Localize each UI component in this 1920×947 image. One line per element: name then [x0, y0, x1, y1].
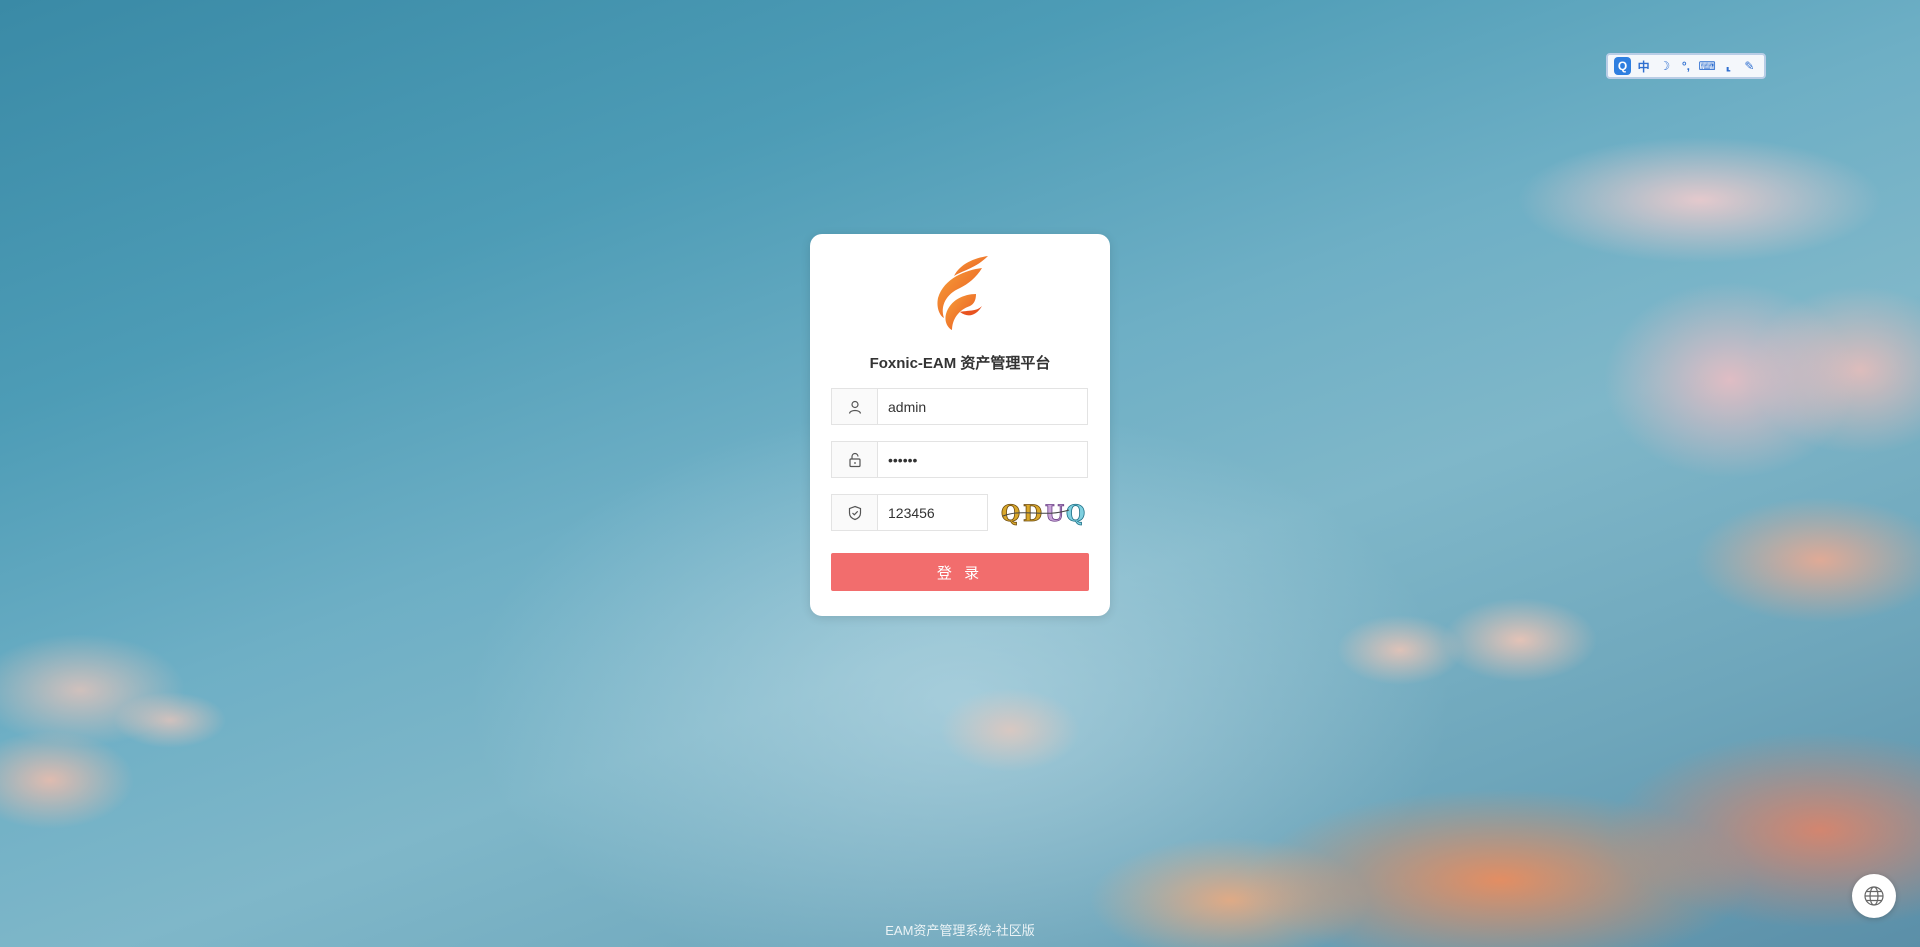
username-field[interactable]: admin: [831, 388, 1088, 425]
lock-icon: [832, 442, 878, 477]
user-icon: [832, 389, 878, 424]
shield-check-icon: [832, 495, 878, 530]
ime-tools-icon[interactable]: ✎: [1741, 57, 1758, 75]
captcha-input[interactable]: 123456: [878, 495, 987, 530]
login-button[interactable]: 登 录: [831, 553, 1089, 591]
globe-icon: [1864, 886, 1884, 906]
captcha-char-3: U: [1045, 501, 1064, 527]
ime-moon-icon[interactable]: ☽: [1656, 57, 1673, 75]
password-field[interactable]: ••••••: [831, 441, 1088, 478]
footer-text: EAM资产管理系统-社区版: [885, 923, 1035, 938]
page-title: Foxnic-EAM 资产管理平台: [869, 355, 1051, 372]
fox-logo: [937, 256, 988, 330]
ime-chinese-mode[interactable]: 中: [1635, 57, 1652, 75]
login-card: Foxnic-EAM 资产管理平台 admin •••••• 123456 Q …: [810, 234, 1110, 616]
captcha-field[interactable]: 123456: [831, 494, 988, 531]
captcha-image[interactable]: Q D U Q: [999, 496, 1089, 530]
captcha-char-2: D: [1023, 501, 1042, 527]
password-input[interactable]: ••••••: [878, 442, 1087, 477]
ime-toolbar[interactable]: Q 中 ☽ °, ⌨ ⸤ ✎: [1606, 53, 1766, 79]
captcha-char-4: Q: [1066, 501, 1085, 527]
language-button[interactable]: [1852, 874, 1896, 918]
username-input[interactable]: admin: [878, 389, 1087, 424]
ime-punctuation-icon[interactable]: °,: [1677, 57, 1694, 75]
ime-split-icon[interactable]: ⸤: [1720, 57, 1737, 75]
ime-keyboard-icon[interactable]: ⌨: [1698, 57, 1715, 75]
ime-logo-icon[interactable]: Q: [1614, 57, 1632, 75]
